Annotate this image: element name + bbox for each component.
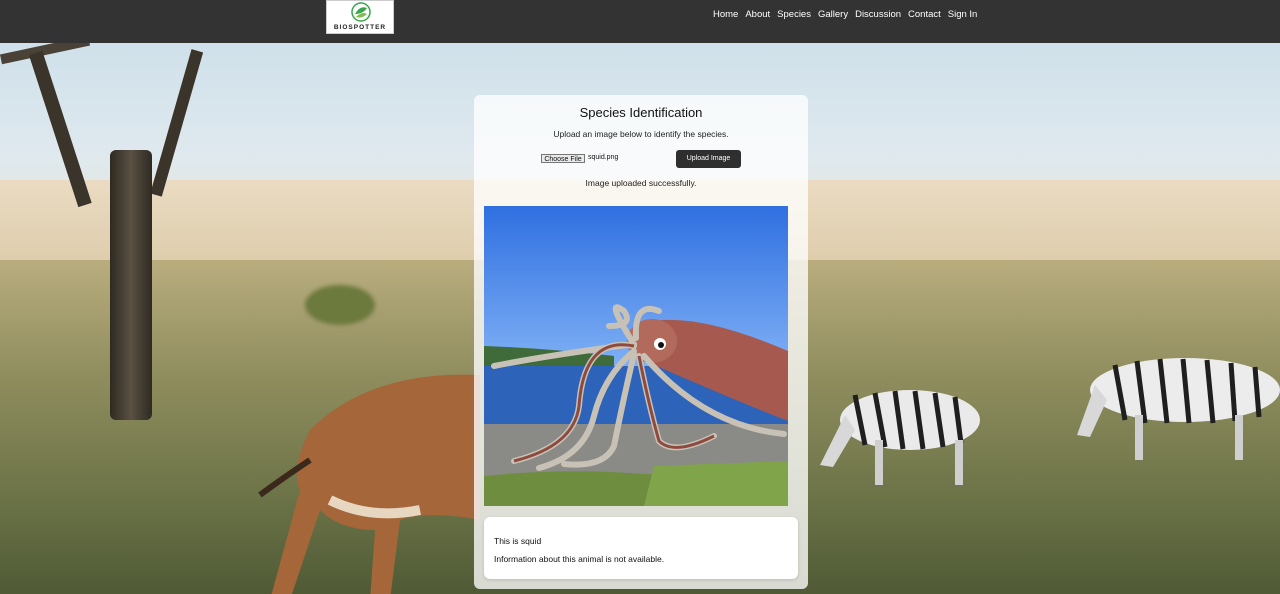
logo-text: BIOSPOTTER [333,24,387,31]
nav-gallery[interactable]: Gallery [818,9,848,20]
nav-about[interactable]: About [745,9,770,20]
choose-file-button[interactable]: Choose File [541,154,585,163]
antelope [258,374,480,594]
nav-species[interactable]: Species [777,9,811,20]
nav-contact[interactable]: Contact [908,9,941,20]
logo[interactable]: BIOSPOTTER [326,0,394,34]
nav-discussion[interactable]: Discussion [855,9,901,20]
upload-status: Image uploaded successfully. [585,178,697,188]
uploaded-image [484,206,788,506]
nav-home[interactable]: Home [713,9,738,20]
page-title: Species Identification [579,105,703,120]
leaf-globe-icon [351,2,371,22]
species-identification-card: Species Identification Upload an image b… [474,95,808,589]
tree [110,150,152,420]
selected-file-name: squid.png [588,154,619,161]
navbar: BIOSPOTTER Home About Species Gallery Di… [0,0,1280,43]
nav-sign-in[interactable]: Sign In [948,9,978,20]
upload-image-button[interactable]: Upload Image [676,150,741,168]
identification-result: This is squid Information about this ani… [484,517,798,579]
species-name: This is squid [494,536,542,546]
main-nav: Home About Species Gallery Discussion Co… [713,9,984,20]
species-info: Information about this animal is not ava… [494,554,665,564]
instructions: Upload an image below to identify the sp… [553,129,729,139]
zebras [820,358,1280,485]
